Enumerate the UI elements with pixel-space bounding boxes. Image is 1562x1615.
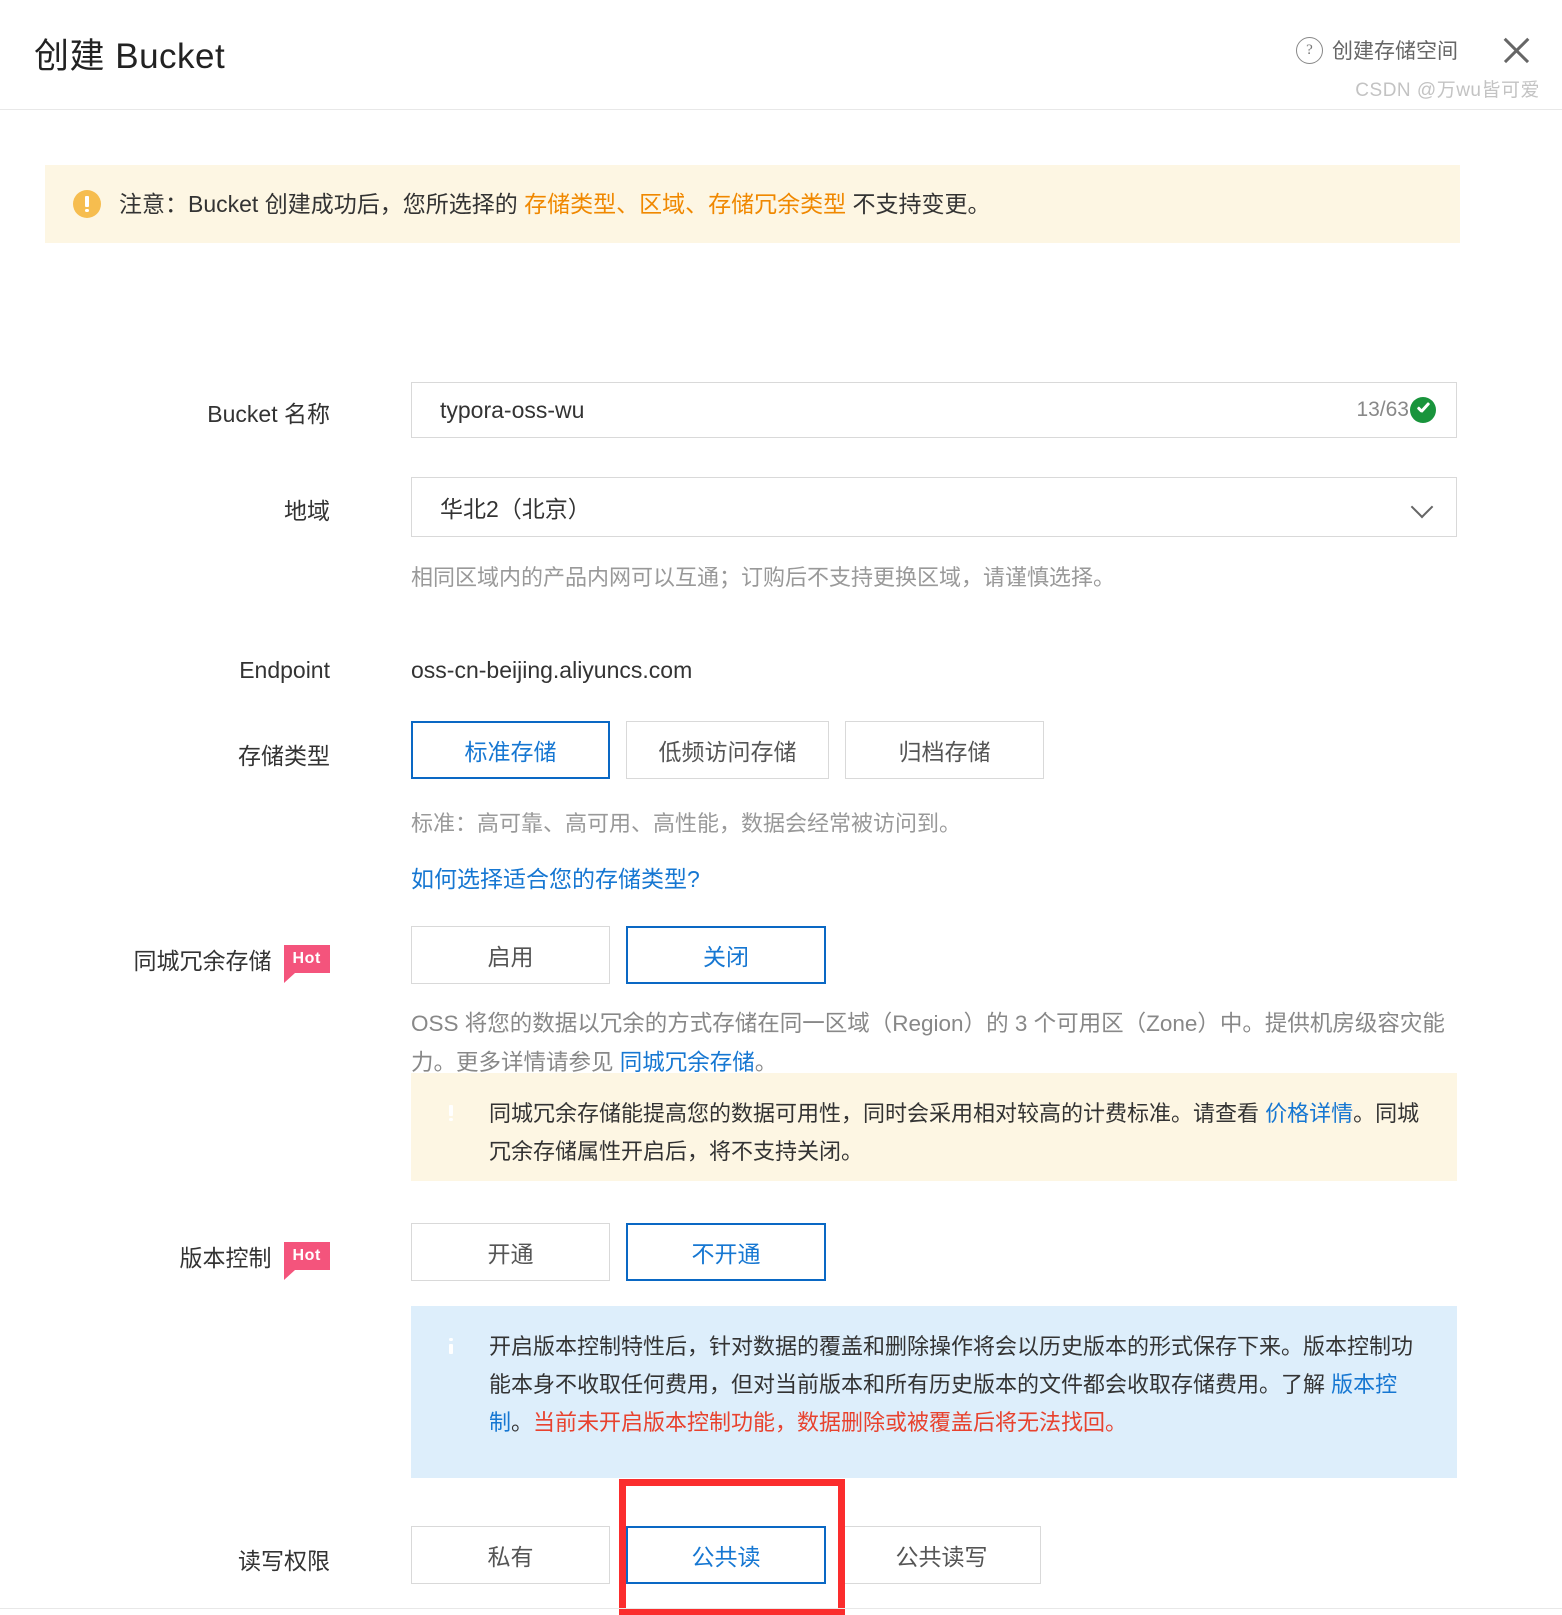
versioning-group: 开通 不开通 — [411, 1223, 826, 1281]
storage-class-helper-text: 标准：高可靠、高可用、高性能，数据会经常被访问到。 — [411, 811, 962, 836]
footer-divider — [0, 1608, 1562, 1609]
region-select[interactable]: 华北2（北京） — [411, 477, 1457, 537]
storage-class-label: 存储类型 — [238, 743, 330, 769]
storage-class-option-ia[interactable]: 低频访问存储 — [626, 721, 829, 779]
versioning-tip-icon-wrap — [437, 1328, 489, 1458]
bucket-name-counter: 13/63 — [1356, 398, 1409, 421]
check-circle-icon — [1410, 397, 1436, 423]
versioning-tip-part1: 开启版本控制特性后，针对数据的覆盖和删除操作将会以历史版本的形式保存下来。版本控… — [489, 1334, 1414, 1397]
hot-badge: Hot — [283, 1242, 330, 1280]
storage-class-help-link[interactable]: 如何选择适合您的存储类型? — [411, 860, 700, 894]
endpoint-value: oss-cn-beijing.aliyuncs.com — [411, 657, 693, 683]
zone-redundancy-tip-icon-wrap — [437, 1095, 489, 1161]
versioning-label-text: 版本控制 — [179, 1245, 272, 1271]
notice-suffix: 不支持变更。 — [846, 190, 991, 217]
acl-option-public-read[interactable]: 公共读 — [626, 1526, 826, 1584]
header-actions: ? 创建存储空间 — [1296, 32, 1534, 68]
zone-redundancy-desc-part1: OSS 将您的数据以冗余的方式存储在同一区域（Region）的 3 个可用区（Z… — [411, 1011, 1445, 1075]
watermark: CSDN @万wu皆可爱 — [1355, 80, 1540, 101]
versioning-tip-part2: 。 — [511, 1409, 534, 1435]
zone-redundancy-option-enable[interactable]: 启用 — [411, 926, 610, 984]
notice-highlight: 存储类型、区域、存储冗余类型 — [524, 190, 847, 217]
region-value: 华北2（北京） — [440, 496, 591, 522]
zone-redundancy-desc-part2: 。 — [754, 1049, 778, 1075]
zone-redundancy-label-text: 同城冗余存储 — [133, 948, 272, 974]
zone-redundancy-option-disable[interactable]: 关闭 — [626, 926, 826, 984]
bucket-name-input[interactable]: typora-oss-wu 13/63 — [411, 382, 1457, 438]
region-helper-text: 相同区域内的产品内网可以互通；订购后不支持更换区域，请谨慎选择。 — [411, 565, 1116, 590]
acl-option-public-read-write[interactable]: 公共读写 — [842, 1526, 1041, 1584]
notice-text: 注意：Bucket 创建成功后，您所选择的 存储类型、区域、存储冗余类型 不支持… — [119, 188, 991, 220]
notice-banner: 注意：Bucket 创建成功后，您所选择的 存储类型、区域、存储冗余类型 不支持… — [45, 165, 1460, 243]
price-detail-link[interactable]: 价格详情 — [1265, 1101, 1353, 1126]
acl-label: 读写权限 — [238, 1548, 330, 1574]
help-link[interactable]: ? 创建存储空间 — [1296, 35, 1458, 65]
versioning-tip: 开启版本控制特性后，针对数据的覆盖和删除操作将会以历史版本的形式保存下来。版本控… — [411, 1306, 1457, 1478]
versioning-option-enable[interactable]: 开通 — [411, 1223, 610, 1281]
notice-prefix: 注意：Bucket 创建成功后，您所选择的 — [119, 190, 525, 217]
versioning-tip-text: 开启版本控制特性后，针对数据的覆盖和删除操作将会以历史版本的形式保存下来。版本控… — [489, 1328, 1431, 1458]
storage-class-group: 标准存储 低频访问存储 归档存储 — [411, 721, 1044, 779]
versioning-tip-warning: 当前未开启版本控制功能，数据删除或被覆盖后将无法找回。 — [533, 1409, 1128, 1435]
acl-option-private[interactable]: 私有 — [411, 1526, 610, 1584]
storage-class-option-standard[interactable]: 标准存储 — [411, 721, 610, 779]
zone-redundancy-desc-link[interactable]: 同城冗余存储 — [620, 1050, 755, 1075]
bucket-name-value: typora-oss-wu — [440, 396, 585, 423]
page-title: 创建 Bucket — [34, 37, 226, 76]
versioning-label: 版本控制 Hot — [0, 1239, 330, 1280]
hot-badge: Hot — [283, 945, 330, 983]
zone-redundancy-tip-text: 同城冗余存储能提高您的数据可用性，同时会采用相对较高的计费标准。请查看 价格详情… — [489, 1095, 1431, 1164]
zone-redundancy-tip: 同城冗余存储能提高您的数据可用性，同时会采用相对较高的计费标准。请查看 价格详情… — [411, 1073, 1457, 1181]
versioning-option-disable[interactable]: 不开通 — [626, 1223, 826, 1281]
chevron-down-icon — [1412, 496, 1434, 518]
zone-redundancy-group: 启用 关闭 — [411, 926, 826, 984]
zone-redundancy-tip-part1: 同城冗余存储能提高您的数据可用性，同时会采用相对较高的计费标准。请查看 — [489, 1101, 1266, 1126]
zone-redundancy-description: OSS 将您的数据以冗余的方式存储在同一区域（Region）的 3 个可用区（Z… — [411, 1005, 1457, 1082]
endpoint-label: Endpoint — [239, 657, 330, 683]
zone-redundancy-label: 同城冗余存储 Hot — [0, 942, 330, 983]
question-circle-icon: ? — [1296, 36, 1323, 64]
close-icon[interactable] — [1498, 32, 1534, 68]
bucket-name-label: Bucket 名称 — [207, 401, 330, 427]
region-label: 地域 — [284, 498, 330, 524]
acl-group: 私有 公共读 公共读写 — [411, 1526, 1041, 1584]
dialog-header: 创建 Bucket ? 创建存储空间 — [0, 0, 1562, 110]
storage-class-option-archive[interactable]: 归档存储 — [845, 721, 1044, 779]
warning-icon — [73, 190, 101, 218]
help-link-label: 创建存储空间 — [1332, 40, 1458, 63]
